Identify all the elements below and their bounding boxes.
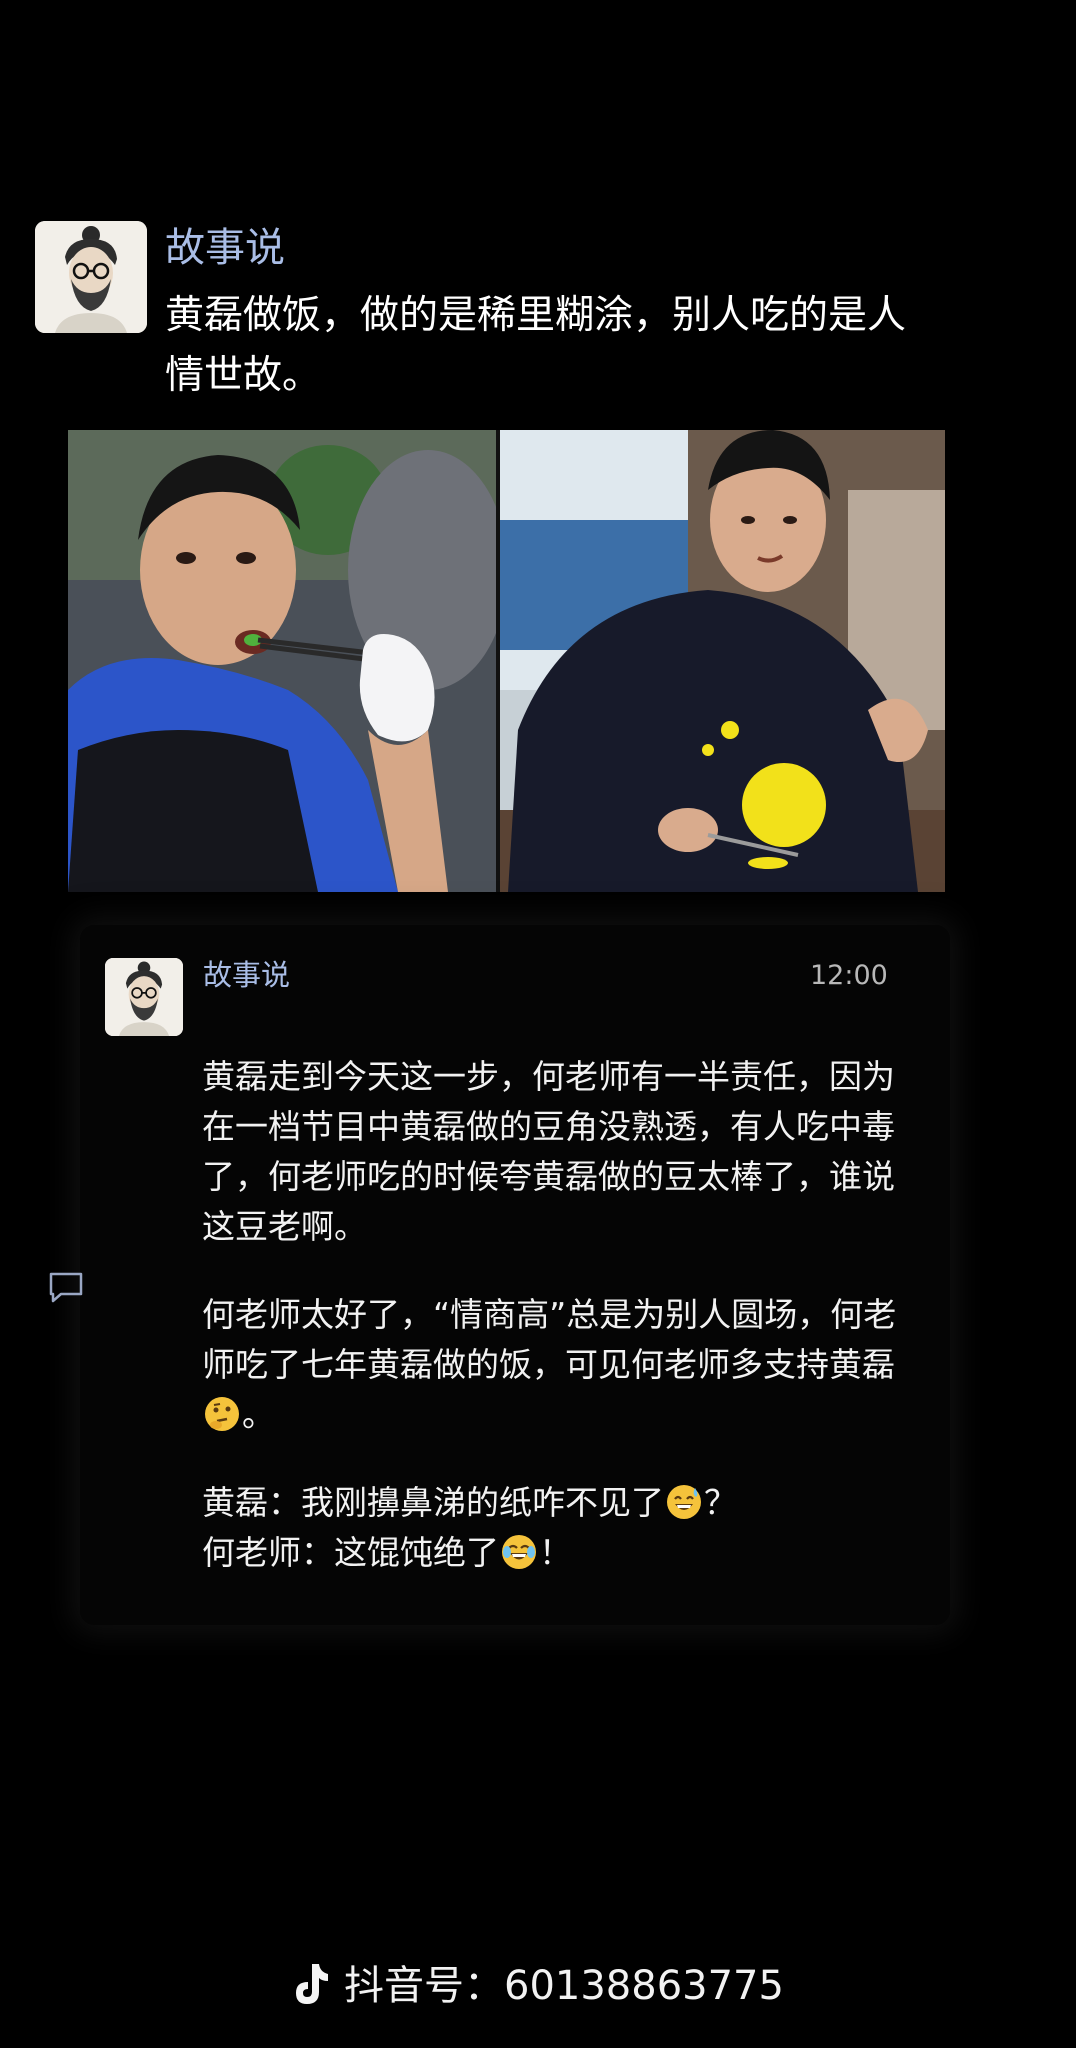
comment-paragraph-3: 黄磊：我刚擤鼻涕的纸咋不见了 ？ 何老师：这馄饨绝了 ！ [202,1478,922,1578]
comment-line-3a: 黄磊：我刚擤鼻涕的纸咋不见了 [202,1483,664,1522]
comment-paragraph-2-text: 何老师太好了，“情商高”总是为别人圆场，何老师吃了七年黄磊做的饭，可见何老师多支… [202,1295,897,1384]
grinning-sweat-emoji-icon [666,1484,702,1520]
comment-paragraph-1: 黄磊走到今天这一步，何老师有一半责任，因为在一档节目中黄磊做的豆角没熟透，有人吃… [202,1057,895,1246]
footer-label: 抖音号：60138863775 [344,1963,784,2009]
post-photo[interactable] [68,430,945,892]
comment-author-name[interactable]: 故事说 [203,955,290,995]
comment-avatar[interactable] [105,958,183,1036]
comment-timestamp: 12:00 [810,960,888,991]
comment-line-3b-end: ！ [539,1533,572,1572]
comment-line-3a-end: ？ [704,1483,737,1522]
illustrated-man-avatar-icon [105,958,183,1036]
post-title: 黄磊做饭，做的是稀里糊涂，别人吃的是人情世故。 [165,293,907,398]
comment-paragraph-2: 何老师太好了，“情商高”总是为别人圆场，何老师吃了七年黄磊做的饭，可见何老师多支… [202,1290,922,1440]
tiktok-icon [292,1962,330,2006]
thinking-face-emoji-icon [204,1396,240,1432]
post-author-name[interactable]: 故事说 [165,222,285,274]
post-avatar[interactable] [35,221,147,333]
comment-line-3b: 何老师：这馄饨绝了 [202,1533,499,1572]
footer-watermark: 抖音号：60138863775 [0,1958,1076,2014]
two-men-cooking-photo-icon [68,430,945,892]
illustrated-man-avatar-icon [35,221,147,333]
comment-bubble-icon[interactable] [47,1270,85,1304]
comment-body: 黄磊走到今天这一步，何老师有一半责任，因为在一档节目中黄磊做的豆角没熟透，有人吃… [202,1052,922,1578]
tears-of-joy-emoji-icon [501,1534,537,1570]
comment-paragraph-2-end: 。 [242,1395,275,1434]
